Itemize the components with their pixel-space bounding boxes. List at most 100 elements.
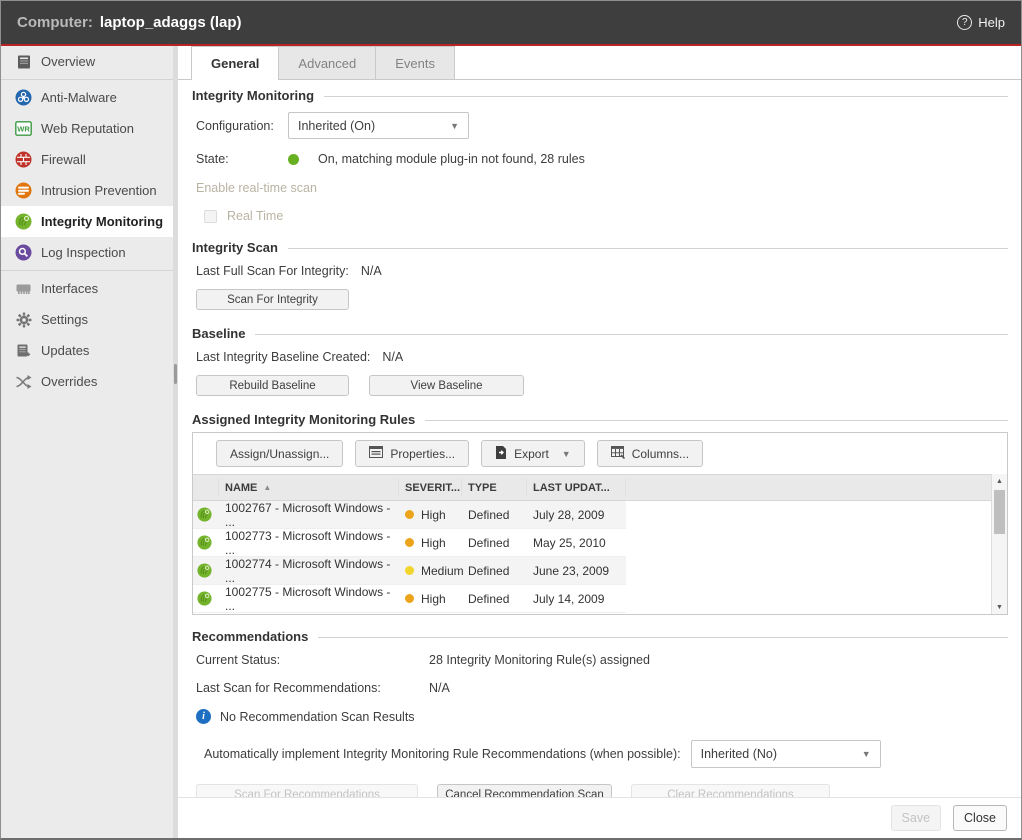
sidebar-item-label: Overview — [41, 54, 95, 69]
sidebar-item-updates[interactable]: Updates — [1, 335, 173, 366]
rule-last-updated-cell: July 14, 2009 — [527, 592, 626, 606]
help-button[interactable]: ? Help — [957, 15, 1005, 30]
severity-dot — [405, 594, 414, 603]
scrollbar-track[interactable] — [992, 488, 1007, 600]
svg-text:WR: WR — [17, 125, 30, 134]
sidebar-divider — [1, 79, 173, 80]
table-vertical-scrollbar[interactable]: ▲ ▼ — [991, 474, 1007, 614]
last-baseline-label: Last Integrity Baseline Created: — [196, 350, 370, 364]
severity-dot — [405, 538, 414, 547]
properties-button[interactable]: Properties... — [355, 440, 469, 467]
severity-dot — [405, 510, 414, 519]
rules-grid-header: NAME ▲ SEVERIT... TYPE LAST UPDAT... — [193, 474, 991, 501]
close-button[interactable]: Close — [953, 805, 1007, 831]
table-row[interactable]: 1002773 - Microsoft Windows - ...HighDef… — [193, 529, 991, 557]
integrity-monitoring-icon — [15, 213, 32, 230]
column-header-type[interactable]: TYPE — [462, 479, 527, 496]
rule-last-updated-cell: June 23, 2009 — [527, 564, 626, 578]
tab-advanced[interactable]: Advanced — [278, 46, 376, 79]
sidebar-item-label: Intrusion Prevention — [41, 183, 157, 198]
rules-grid-body: 1002767 - Microsoft Windows - ...HighDef… — [193, 501, 991, 613]
rule-name-cell: 1002774 - Microsoft Windows - ... — [219, 557, 399, 585]
sidebar-item-label: Log Inspection — [41, 245, 126, 260]
sidebar-item-intrusion-prevention[interactable]: Intrusion Prevention — [1, 175, 173, 206]
section-divider — [255, 334, 1008, 335]
tab-events[interactable]: Events — [375, 46, 455, 79]
table-row[interactable]: 1002774 - Microsoft Windows - ...MediumD… — [193, 557, 991, 585]
export-button[interactable]: Export ▼ — [481, 440, 585, 467]
help-label: Help — [978, 15, 1005, 30]
tab-general[interactable]: General — [191, 46, 279, 79]
scan-for-recommendations-button[interactable]: Scan For Recommendations — [196, 784, 418, 797]
settings-icon — [15, 311, 32, 328]
save-button[interactable]: Save — [891, 805, 942, 831]
scan-for-integrity-button[interactable]: Scan For Integrity — [196, 289, 349, 310]
configuration-dropdown[interactable]: Inherited (On) ▼ — [288, 112, 469, 139]
table-row[interactable]: 1002775 - Microsoft Windows - ...HighDef… — [193, 585, 991, 613]
configuration-label: Configuration: — [196, 119, 288, 133]
computer-details-window: Computer: laptop_adaggs (lap) ? Help Ove… — [0, 0, 1022, 840]
rule-name-cell: 1002767 - Microsoft Windows - ... — [219, 501, 399, 529]
sidebar-item-label: Overrides — [41, 374, 97, 389]
footer-bar: Save Close — [178, 797, 1021, 838]
integrity-monitoring-section-header: Integrity Monitoring — [192, 88, 1008, 103]
last-baseline-value: N/A — [382, 350, 403, 364]
scrollbar-thumb[interactable] — [994, 490, 1005, 534]
sidebar-item-overview[interactable]: Overview — [1, 46, 173, 77]
sidebar-resize-handle[interactable] — [174, 364, 177, 384]
section-divider — [324, 96, 1008, 97]
section-divider — [318, 637, 1008, 638]
column-header-last-updated[interactable]: LAST UPDAT... — [527, 479, 626, 496]
auto-implement-label: Automatically implement Integrity Monito… — [204, 747, 681, 761]
columns-button[interactable]: Columns... — [597, 440, 703, 467]
section-divider — [425, 420, 1008, 421]
rule-last-updated-cell: July 28, 2009 — [527, 508, 626, 522]
assigned-rules-section-header: Assigned Integrity Monitoring Rules — [192, 412, 1008, 427]
auto-implement-dropdown[interactable]: Inherited (No) ▼ — [691, 740, 881, 768]
rules-table-container: Assign/Unassign... Properties... Export … — [192, 432, 1008, 615]
column-header-icon[interactable] — [193, 479, 219, 496]
table-row[interactable]: 1002767 - Microsoft Windows - ...HighDef… — [193, 501, 991, 529]
cancel-recommendation-scan-button[interactable]: Cancel Recommendation Scan — [437, 784, 612, 797]
firewall-icon — [15, 151, 32, 168]
integrity-scan-section-header: Integrity Scan — [192, 240, 1008, 255]
sidebar-item-overrides[interactable]: Overrides — [1, 366, 173, 397]
severity-dot — [405, 566, 414, 575]
sidebar-item-settings[interactable]: Settings — [1, 304, 173, 335]
assign-unassign-button[interactable]: Assign/Unassign... — [216, 440, 343, 467]
scroll-down-arrow-icon[interactable]: ▼ — [992, 600, 1007, 614]
sidebar-item-web-reputation[interactable]: WR Web Reputation — [1, 113, 173, 144]
last-full-scan-value: N/A — [361, 264, 382, 278]
sidebar-item-label: Interfaces — [41, 281, 98, 296]
sidebar-item-anti-malware[interactable]: Anti-Malware — [1, 82, 173, 113]
baseline-section-header: Baseline — [192, 326, 1008, 341]
chevron-down-icon: ▼ — [562, 449, 571, 459]
rule-name-cell: 1002773 - Microsoft Windows - ... — [219, 529, 399, 557]
sidebar-item-log-inspection[interactable]: Log Inspection — [1, 237, 173, 268]
last-recommendation-scan-value: N/A — [429, 681, 450, 695]
rules-toolbar: Assign/Unassign... Properties... Export … — [193, 433, 1007, 474]
rule-last-updated-cell: May 25, 2010 — [527, 536, 626, 550]
sidebar-item-label: Settings — [41, 312, 88, 327]
column-header-severity[interactable]: SEVERIT... — [399, 479, 462, 496]
sidebar-item-label: Integrity Monitoring — [41, 214, 163, 229]
scroll-up-arrow-icon[interactable]: ▲ — [992, 474, 1007, 488]
enable-realtime-scan-label: Enable real-time scan — [196, 181, 1008, 195]
properties-icon — [369, 446, 383, 461]
sidebar-item-interfaces[interactable]: Interfaces — [1, 273, 173, 304]
real-time-checkbox[interactable] — [204, 210, 217, 223]
rebuild-baseline-button[interactable]: Rebuild Baseline — [196, 375, 349, 396]
state-on-indicator — [288, 154, 299, 165]
clear-recommendations-button[interactable]: Clear Recommendations — [631, 784, 830, 797]
chevron-down-icon: ▼ — [862, 749, 871, 759]
column-header-name[interactable]: NAME ▲ — [219, 479, 399, 496]
title-prefix: Computer: — [17, 14, 93, 31]
general-tab-panel: Integrity Monitoring Configuration: Inhe… — [178, 80, 1021, 797]
anti-malware-icon — [15, 89, 32, 106]
sidebar-item-firewall[interactable]: Firewall — [1, 144, 173, 175]
sidebar-item-integrity-monitoring[interactable]: Integrity Monitoring — [1, 206, 173, 237]
view-baseline-button[interactable]: View Baseline — [369, 375, 524, 396]
integrity-rule-icon — [193, 563, 219, 578]
integrity-rule-icon — [193, 535, 219, 550]
sidebar-item-label: Web Reputation — [41, 121, 134, 136]
